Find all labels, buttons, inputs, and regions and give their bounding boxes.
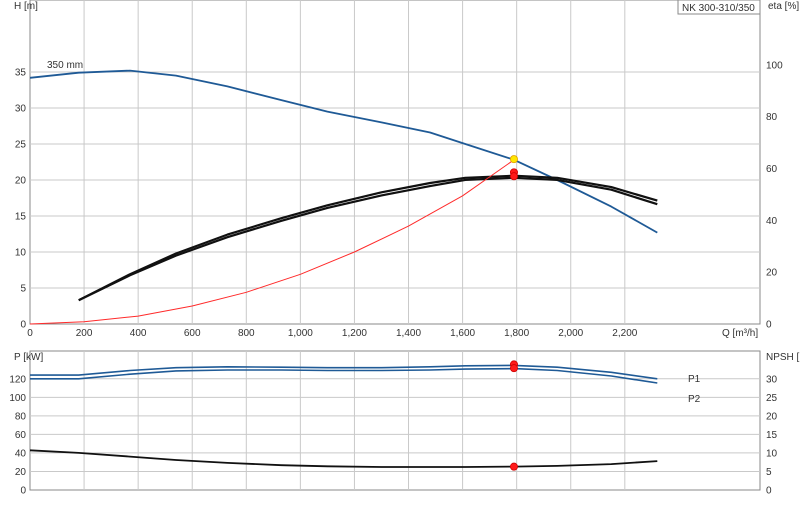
- y-tick-label: 15: [15, 212, 27, 223]
- y-tick-label: 30: [15, 104, 27, 115]
- x-tick-label: 800: [238, 328, 255, 339]
- y2-tick-label: 20: [766, 268, 778, 279]
- impeller-size-label: 350 mm: [47, 60, 83, 71]
- x-tick-label: 600: [184, 328, 201, 339]
- upper-plot-frame: [29, 0, 761, 325]
- upper-y-axis-ticks: 0 5 10 15 20 25 30 35: [15, 68, 27, 331]
- y2-tick-label: 10: [766, 448, 778, 459]
- y-tick-label: 20: [15, 176, 27, 187]
- y-tick-label: 5: [20, 284, 26, 295]
- y-tick-label: 120: [9, 374, 26, 385]
- x-tick-label: 400: [130, 328, 147, 339]
- upper-panel: 0 200 400 600 800 1,000 1,200 1,400 1,600 1,800 2,…: [14, 0, 799, 339]
- y2-axis-label-eta: eta [%]: [768, 1, 799, 12]
- y-axis-label-h: H [m]: [14, 1, 38, 12]
- y-tick-label: 60: [15, 430, 27, 441]
- x-tick-label: 0: [27, 328, 33, 339]
- pump-performance-chart: 0 200 400 600 800 1,000 1,200 1,400 1,600 1,800 2,…: [9, 0, 800, 497]
- duty-point-marker: [509, 172, 518, 181]
- series-label-p2: P2: [688, 394, 701, 405]
- y2-tick-label: 30: [766, 374, 778, 385]
- x-axis-label-q: Q [m³/h]: [722, 328, 758, 339]
- y2-tick-label: 25: [766, 393, 778, 404]
- y2-tick-label: 80: [766, 112, 778, 123]
- x-tick-label: 2,200: [612, 328, 637, 339]
- y-tick-label: 0: [20, 320, 26, 331]
- x-tick-label: 1,200: [342, 328, 367, 339]
- x-axis-ticks: 0 200 400 600 800 1,000 1,200 1,400 1,600 1,800 2,…: [27, 328, 638, 339]
- x-tick-label: 1,000: [288, 328, 313, 339]
- upper-y2-axis-ticks: 0 20 40 60 80 100: [766, 60, 783, 330]
- y2-tick-label: 40: [766, 216, 778, 227]
- x-tick-label: 2,000: [558, 328, 583, 339]
- x-tick-label: 1,800: [504, 328, 529, 339]
- y-tick-label: 40: [15, 448, 27, 459]
- y-tick-label: 20: [15, 467, 27, 478]
- y2-tick-label: 0: [766, 486, 772, 497]
- duty-point-marker: [509, 462, 518, 471]
- y2-tick-label: 15: [766, 430, 778, 441]
- y-tick-label: 80: [15, 411, 27, 422]
- x-tick-label: 1,400: [396, 328, 421, 339]
- lower-panel: 0 20 40 60 80 100 120 0 5 10 15 20 25 30 P [kW] NPSH…: [9, 350, 800, 497]
- y2-tick-label: 60: [766, 164, 778, 175]
- y2-tick-label: 100: [766, 60, 783, 71]
- lower-y2-axis-ticks: 0 5 10 15 20 25 30: [766, 374, 778, 496]
- duty-point-marker: [509, 364, 518, 373]
- y-tick-label: 35: [15, 68, 27, 79]
- y2-tick-label: 20: [766, 411, 778, 422]
- y-tick-label: 100: [9, 393, 26, 404]
- y2-tick-label: 5: [766, 467, 772, 478]
- y-tick-label: 0: [20, 486, 26, 497]
- series-label-p1: P1: [688, 374, 701, 385]
- y-axis-label-p: P [kW]: [14, 352, 43, 363]
- y-tick-label: 25: [15, 140, 27, 151]
- y2-axis-label-npsh: NPSH [m]: [766, 352, 800, 363]
- lower-plot-frame: [29, 350, 761, 491]
- x-tick-label: 1,600: [450, 328, 475, 339]
- y-tick-label: 10: [15, 248, 27, 259]
- pump-model-label: NK 300-310/350: [682, 3, 755, 14]
- x-tick-label: 200: [76, 328, 93, 339]
- duty-point-marker: [509, 155, 518, 164]
- y2-tick-label: 0: [766, 320, 772, 331]
- lower-y-axis-ticks: 0 20 40 60 80 100 120: [9, 374, 26, 496]
